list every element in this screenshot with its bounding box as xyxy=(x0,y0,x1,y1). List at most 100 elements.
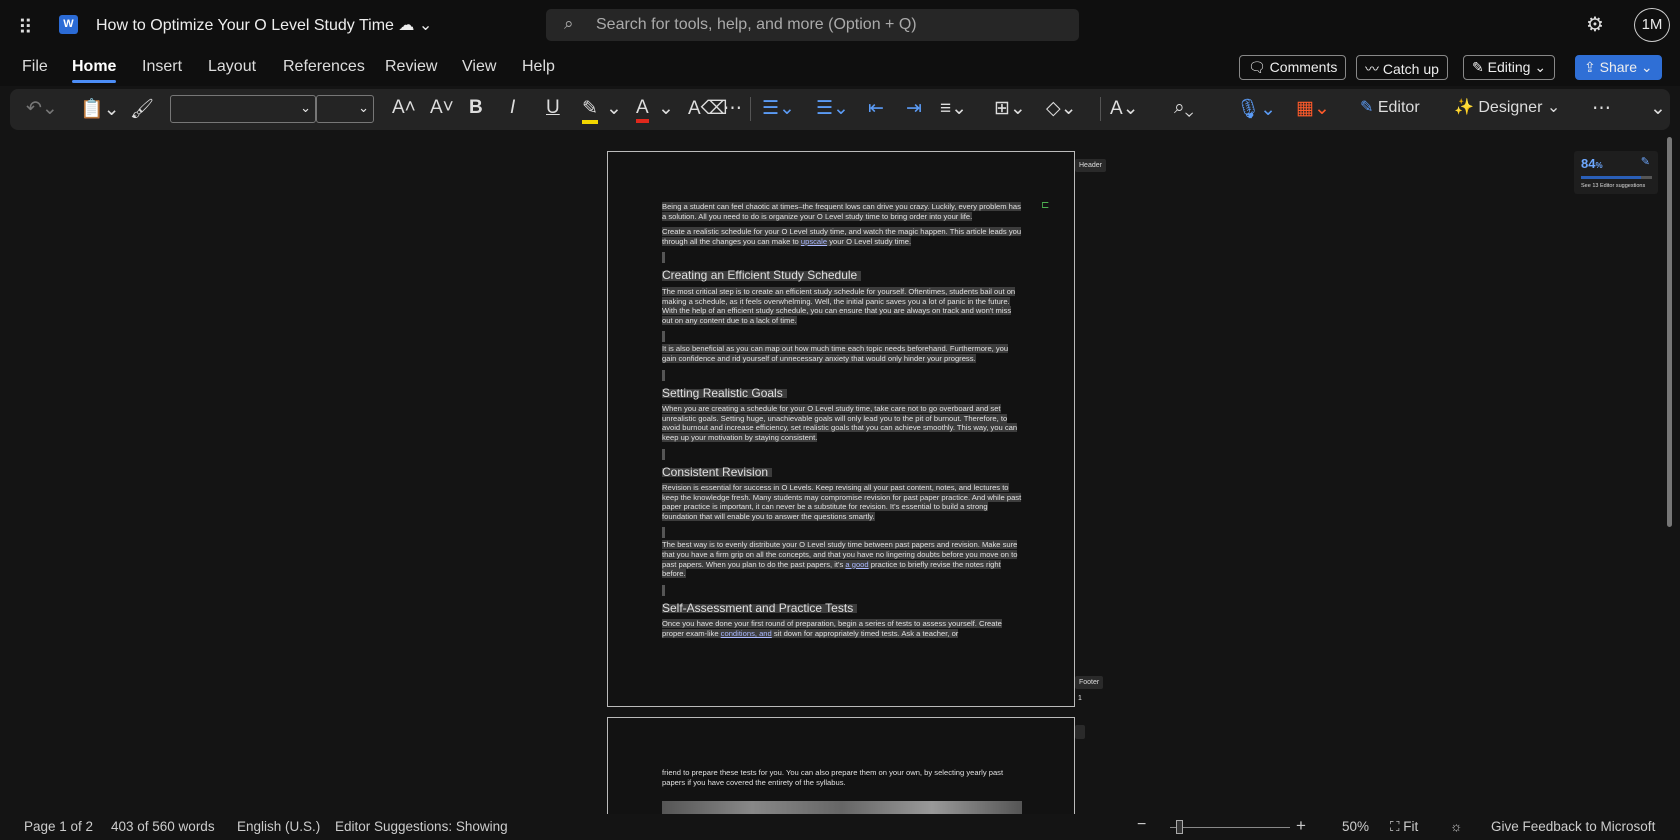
empty-paragraph xyxy=(662,584,665,596)
flagged-word[interactable]: a good xyxy=(845,560,868,569)
paragraph[interactable]: When you are creating a schedule for you… xyxy=(662,404,1018,442)
document-title[interactable]: How to Optimize Your O Level Study Time … xyxy=(96,15,432,35)
bold-icon[interactable]: B xyxy=(469,97,483,119)
styles-icon[interactable]: A⌄ xyxy=(1110,97,1139,120)
page-body[interactable]: friend to prepare these tests for you. Y… xyxy=(662,768,1022,818)
zoom-in-icon[interactable]: + xyxy=(1296,816,1306,836)
page-count[interactable]: Page 1 of 2 xyxy=(24,819,93,834)
divider xyxy=(750,97,751,121)
tab-view[interactable]: View xyxy=(462,58,496,76)
catch-up-label: Catch up xyxy=(1382,61,1439,77)
expand-ribbon-icon[interactable]: ⌄ xyxy=(1650,97,1666,120)
decrease-indent-icon[interactable]: ⇤ xyxy=(868,97,884,120)
add-ins-icon[interactable]: ▦⌄ xyxy=(1296,97,1330,120)
tab-references[interactable]: References xyxy=(283,58,365,76)
header-marker[interactable] xyxy=(1075,725,1085,739)
tab-file[interactable]: File xyxy=(22,58,48,76)
header-label[interactable]: Header xyxy=(1075,159,1106,172)
highlight-icon[interactable]: ✎ xyxy=(582,97,598,124)
word-count[interactable]: 403 of 560 words xyxy=(111,819,215,834)
chevron-down-icon[interactable]: ⌄ xyxy=(606,97,622,120)
fit-label: Fit xyxy=(1403,819,1419,834)
focus-mode-icon[interactable]: ☼ xyxy=(1450,819,1462,834)
paragraph[interactable]: friend to prepare these tests for you. Y… xyxy=(662,768,1003,787)
find-icon[interactable]: ⌕⌄ xyxy=(1174,97,1194,119)
paragraph[interactable]: The best way is to evenly distribute you… xyxy=(662,540,1018,579)
settings-gear-icon[interactable]: ⚙ xyxy=(1586,12,1604,37)
heading[interactable]: Self-Assessment and Practice Tests xyxy=(662,602,858,614)
tab-review[interactable]: Review xyxy=(385,58,437,76)
bullets-icon[interactable]: ☰⌄ xyxy=(762,97,795,120)
empty-paragraph xyxy=(662,448,665,460)
flagged-word[interactable]: conditions, and xyxy=(721,629,772,638)
paste-icon[interactable]: 📋⌄ xyxy=(80,97,120,121)
document-page[interactable]: Being a student can feel chaotic at time… xyxy=(607,151,1075,707)
undo-icon[interactable]: ↶⌄ xyxy=(26,97,58,120)
empty-paragraph xyxy=(662,331,665,343)
designer-icon: ✨ xyxy=(1454,99,1474,116)
italic-icon[interactable]: I xyxy=(510,97,515,119)
comments-label: Comments xyxy=(1269,59,1338,75)
grow-font-icon[interactable]: A˄ xyxy=(392,97,416,119)
heading[interactable]: Consistent Revision xyxy=(662,466,773,477)
tab-help[interactable]: Help xyxy=(522,58,555,76)
zoom-level[interactable]: 50% xyxy=(1342,819,1369,834)
more-options-icon[interactable]: ⋯ xyxy=(1592,97,1611,120)
increase-indent-icon[interactable]: ⇥ xyxy=(906,97,922,120)
paragraph[interactable]: It is also beneficial as you can map out… xyxy=(662,344,1009,363)
feedback-link[interactable]: Give Feedback to Microsoft xyxy=(1491,819,1655,834)
underline-icon[interactable]: U xyxy=(546,97,560,119)
editing-mode-button[interactable]: ✎ Editing ⌄ xyxy=(1463,55,1556,80)
search-icon: ⌕ xyxy=(564,14,574,33)
app-launcher-icon[interactable]: ⠿ xyxy=(18,15,33,40)
footer-label[interactable]: Footer xyxy=(1075,676,1104,689)
format-painter-icon[interactable]: 🖌 xyxy=(130,97,154,121)
tab-home[interactable]: Home xyxy=(72,58,117,83)
heading[interactable]: Setting Realistic Goals xyxy=(662,387,787,398)
shading-icon[interactable]: ◇⌄ xyxy=(1046,97,1077,120)
editor-suggestions-link[interactable]: See 13 Editor suggestions xyxy=(1581,183,1645,189)
language[interactable]: English (U.S.) xyxy=(237,819,320,834)
editor-score: 84% xyxy=(1581,156,1603,171)
dictate-icon[interactable]: 🎙⌄ xyxy=(1236,97,1276,121)
numbering-icon[interactable]: ☰⌄ xyxy=(816,97,849,120)
editor-button[interactable]: ✎ Editor xyxy=(1360,97,1420,117)
heading[interactable]: Creating an Efficient Study Schedule xyxy=(662,270,862,281)
zoom-slider-thumb[interactable] xyxy=(1176,820,1183,834)
editor-score-bar xyxy=(1581,176,1652,179)
comment-marker-icon[interactable]: ⊏ xyxy=(1041,200,1049,211)
zoom-out-icon[interactable]: − xyxy=(1137,816,1146,834)
paragraph[interactable]: Revision is essential for success in O L… xyxy=(662,483,1022,521)
editor-suggestions-status[interactable]: Editor Suggestions: Showing xyxy=(335,819,508,834)
share-label: Share xyxy=(1599,59,1637,75)
word-logo-icon: W xyxy=(59,15,78,34)
avatar[interactable]: 1M xyxy=(1634,8,1670,42)
tab-insert[interactable]: Insert xyxy=(142,58,182,76)
flagged-word[interactable]: upscale xyxy=(801,237,827,246)
share-button[interactable]: ⇪ Share ⌄ xyxy=(1575,55,1662,80)
page-body[interactable]: Being a student can feel chaotic at time… xyxy=(662,202,1022,645)
clear-formatting-icon[interactable]: A⌫ xyxy=(688,97,728,120)
chevron-down-icon[interactable]: ⌄ xyxy=(658,97,674,120)
shrink-font-icon[interactable]: A˅ xyxy=(430,97,454,119)
paragraph[interactable]: The most critical step is to create an e… xyxy=(662,286,1016,325)
tab-layout[interactable]: Layout xyxy=(208,58,256,76)
align-icon[interactable]: ≡⌄ xyxy=(940,97,967,120)
catch-up-button[interactable]: 〰 Catch up xyxy=(1356,55,1448,80)
vertical-scrollbar[interactable] xyxy=(1667,137,1672,527)
font-name-select[interactable]: ⌄ xyxy=(170,95,316,123)
fit-button[interactable]: ⛶ Fit xyxy=(1390,819,1418,835)
designer-button[interactable]: ✨ Designer ⌄ xyxy=(1454,97,1560,117)
paragraph[interactable]: Being a student can feel chaotic at time… xyxy=(662,202,1021,221)
zoom-slider[interactable] xyxy=(1170,820,1290,834)
font-size-select[interactable]: ⌄ xyxy=(316,95,374,123)
title-bar: ⠿ W How to Optimize Your O Level Study T… xyxy=(0,0,1680,50)
search-input[interactable]: ⌕ Search for tools, help, and more (Optio… xyxy=(546,9,1079,41)
font-color-icon[interactable]: A xyxy=(636,97,649,123)
comments-button[interactable]: 🗨 Comments xyxy=(1239,55,1347,80)
paragraph[interactable]: Once you have done your first round of p… xyxy=(662,619,1002,639)
more-icon[interactable]: ⋯ xyxy=(723,97,742,120)
paragraph[interactable]: Create a realistic schedule for your O L… xyxy=(662,227,1022,246)
borders-icon[interactable]: ⊞⌄ xyxy=(994,97,1026,120)
editor-score-card[interactable]: 84% ✎ See 13 Editor suggestions xyxy=(1574,151,1658,194)
